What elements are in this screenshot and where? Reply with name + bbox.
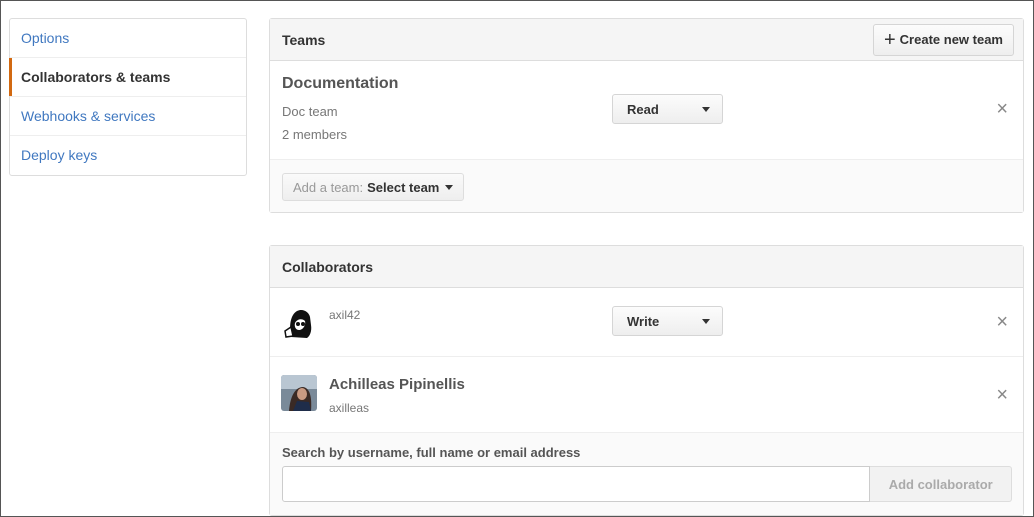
team-member-count: 2 members [282, 127, 348, 142]
teams-header: Teams + Create new team [270, 19, 1023, 61]
add-collaborator-button[interactable]: Add collaborator [870, 466, 1012, 502]
collaborators-header: Collaborators [270, 246, 1023, 288]
search-label: Search by username, full name or email a… [282, 445, 581, 460]
collaborators-box: Collaborators axil42 Write × Achilleas P… [269, 245, 1024, 516]
team-row: Documentation Doc team 2 members Read × [270, 61, 1023, 160]
create-new-team-label: Create new team [899, 32, 1003, 47]
collaborator-row: Achilleas Pipinellis axilleas × [270, 357, 1023, 433]
collaborator-permission-value: Write [627, 313, 660, 329]
remove-collaborator-close-icon[interactable]: × [996, 312, 1008, 332]
collaborator-search-input[interactable] [282, 466, 871, 502]
collaborator-full-name[interactable]: Achilleas Pipinellis [329, 376, 465, 393]
avatar[interactable] [281, 375, 317, 411]
avatar[interactable] [281, 303, 317, 339]
add-collaborator-area: Search by username, full name or email a… [270, 433, 1023, 515]
sidebar-item-deploy-keys[interactable]: Deploy keys [10, 136, 246, 175]
team-permission-value: Read [627, 101, 659, 117]
sidebar-item-collaborators-teams[interactable]: Collaborators & teams [9, 58, 246, 97]
select-team-label: Select team [367, 179, 440, 195]
remove-collaborator-close-icon[interactable]: × [996, 385, 1008, 405]
sidebar-item-options[interactable]: Options [10, 19, 246, 58]
collaborator-username[interactable]: axil42 [329, 308, 360, 322]
add-team-prefix: Add a team: [293, 179, 364, 195]
collaborators-title: Collaborators [282, 258, 374, 275]
plus-icon: + [883, 28, 896, 51]
caret-down-icon [445, 184, 454, 190]
team-name[interactable]: Documentation [282, 75, 398, 93]
team-description: Doc team [282, 104, 338, 119]
caret-down-icon [702, 106, 710, 112]
add-team-select[interactable]: Add a team: Select team [282, 173, 465, 201]
search-row: Add collaborator [282, 466, 1012, 502]
remove-team-close-icon[interactable]: × [996, 99, 1008, 119]
team-permission-select[interactable]: Read [612, 94, 723, 124]
teams-box: Teams + Create new team Documentation Do… [269, 18, 1024, 213]
collaborator-username[interactable]: axilleas [329, 401, 369, 415]
collaborator-row: axil42 Write × [270, 288, 1023, 357]
settings-sidebar: Options Collaborators & teams Webhooks &… [9, 18, 247, 176]
caret-down-icon [702, 318, 710, 324]
collaborator-permission-select[interactable]: Write [612, 306, 723, 336]
add-team-area: Add a team: Select team [270, 160, 1023, 212]
teams-title: Teams [282, 31, 326, 48]
sidebar-item-webhooks-services[interactable]: Webhooks & services [10, 97, 246, 136]
create-new-team-button[interactable]: + Create new team [872, 23, 1014, 56]
